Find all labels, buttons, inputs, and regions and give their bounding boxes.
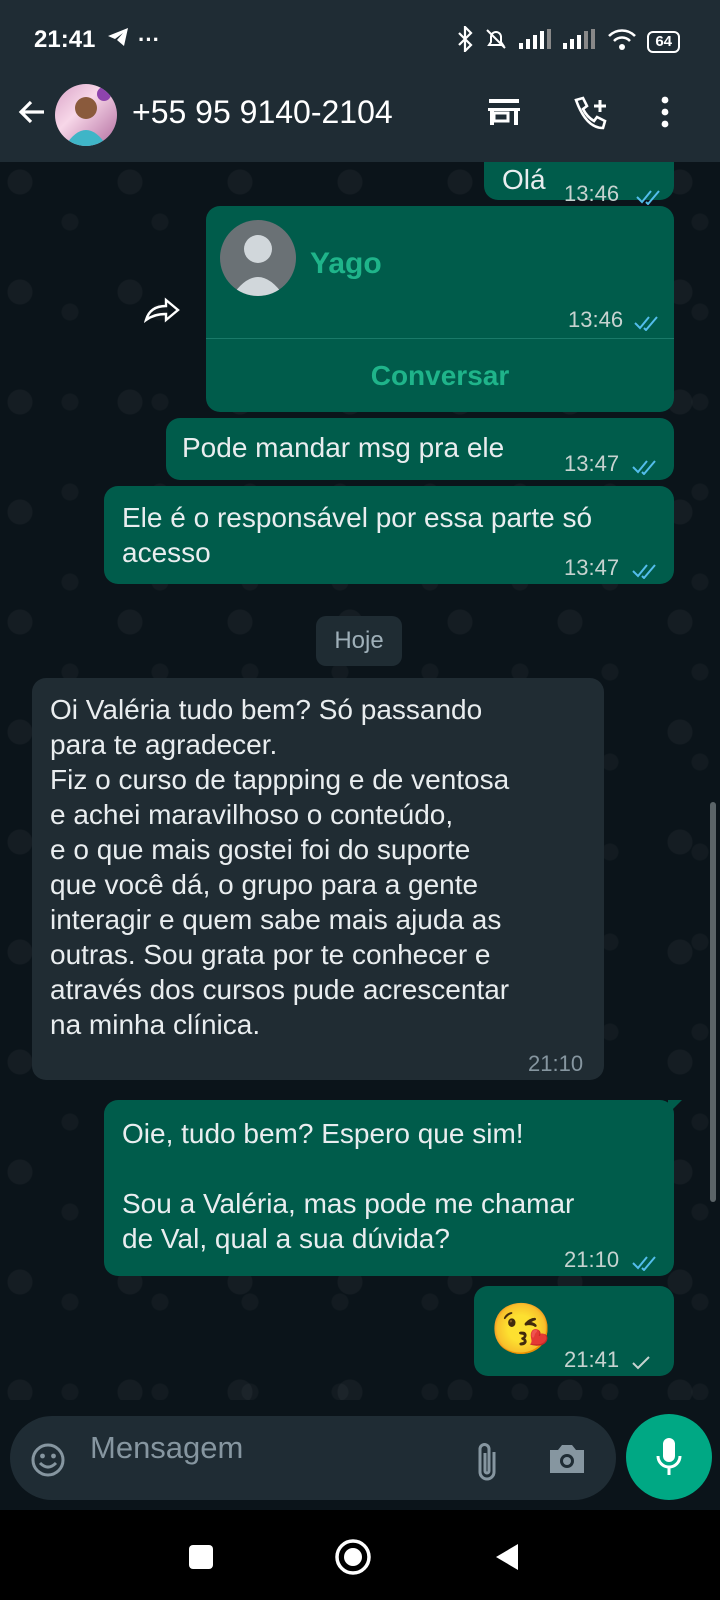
message-line: que você dá, o grupo para a gente [50, 869, 479, 900]
message-line: e achei maravilhoso o conteúdo, [50, 799, 454, 830]
message-text: Oie, tudo bem? Espero que sim! [122, 1118, 524, 1149]
sent-tick-icon [632, 1344, 652, 1379]
message-outgoing[interactable]: Oie, tudo bem? Espero que sim! Sou a Val… [104, 1100, 674, 1276]
wifi-icon [607, 28, 637, 55]
emoji-icon[interactable] [30, 1442, 66, 1483]
message-line: Fiz o curso de tappping e de ventosa [50, 764, 510, 795]
read-ticks-icon [634, 304, 660, 339]
read-ticks-icon [632, 1244, 658, 1279]
signal-icon [519, 29, 553, 54]
message-text: Oi Valéria tudo bem? Só passando para te … [50, 692, 509, 1042]
contact-name[interactable]: +55 95 9140-2104 [132, 94, 393, 131]
contact-avatar [220, 220, 296, 296]
recents-icon[interactable] [188, 1544, 214, 1575]
message-outgoing[interactable]: Pode mandar msg pra ele 13:47 [166, 418, 674, 480]
message-line: outras. Sou grata por te conhecer e [50, 939, 491, 970]
message-text: Pode mandar msg pra ele [182, 432, 505, 463]
bubble-tail [668, 1100, 682, 1114]
contact-card-name: Yago [310, 247, 382, 280]
message-text: acesso [122, 537, 211, 568]
message-line: para te agradecer. [50, 729, 278, 760]
message-time: 21:41 [564, 1347, 620, 1372]
message-time: 13:46 [568, 307, 624, 332]
chat-area[interactable]: Olá 13:46 Yago 13:46 Conversar Pode mand… [0, 162, 720, 1400]
signal-icon [563, 29, 597, 54]
read-ticks-icon [632, 552, 658, 587]
message-time: 13:47 [564, 451, 620, 476]
mic-icon [655, 1436, 683, 1483]
mic-button[interactable] [626, 1414, 712, 1500]
message-line: Oi Valéria tudo bem? Só passando [50, 694, 483, 725]
message-incoming[interactable]: Oi Valéria tudo bem? Só passando para te … [32, 678, 604, 1080]
message-text: de Val, qual a sua dúvida? [122, 1223, 450, 1254]
contact-card-message[interactable]: Yago 13:46 Conversar [206, 206, 674, 412]
navigation-bar [0, 1510, 720, 1600]
message-text: Olá [502, 164, 546, 195]
message-outgoing[interactable]: Ele é o responsável por essa parte só ac… [104, 486, 674, 584]
message-line: na minha clínica. [50, 1009, 261, 1040]
avatar[interactable] [55, 84, 117, 146]
message-text: Sou a Valéria, mas pode me chamar [122, 1188, 575, 1219]
message-line: interagir e quem sabe mais ajuda as [50, 904, 502, 935]
camera-icon[interactable] [548, 1442, 586, 1481]
message-placeholder[interactable]: Mensagem [90, 1430, 243, 1466]
back-icon[interactable] [494, 1542, 520, 1577]
forward-icon[interactable] [143, 296, 180, 329]
status-bar: 21:41 ··· 64 [0, 0, 720, 80]
store-icon[interactable] [486, 96, 522, 133]
add-call-icon[interactable] [572, 96, 608, 135]
message-time: 13:47 [564, 555, 620, 580]
attach-icon[interactable] [474, 1440, 500, 1487]
more-dots-icon: ··· [138, 26, 160, 52]
muted-bell-icon [483, 26, 509, 57]
message-line: e o que mais gostei foi do suporte [50, 834, 471, 865]
message-line: através dos cursos pude acrescentar [50, 974, 510, 1005]
status-time: 21:41 [34, 26, 96, 53]
conversar-button[interactable]: Conversar [206, 339, 674, 412]
message-time: 21:10 [528, 1051, 584, 1076]
date-chip: Hoje [316, 616, 402, 666]
home-icon[interactable] [334, 1538, 372, 1581]
bluetooth-icon [457, 24, 473, 57]
message-outgoing[interactable]: Olá 13:46 [484, 162, 674, 206]
telegram-icon [106, 26, 130, 53]
message-time: 21:10 [564, 1247, 620, 1272]
message-text: Ele é o responsável por essa parte só [122, 502, 593, 533]
message-outgoing[interactable]: 😘 21:41 [474, 1286, 674, 1376]
back-arrow-icon[interactable] [16, 96, 48, 133]
read-ticks-icon [632, 448, 658, 483]
more-vert-icon[interactable] [660, 96, 670, 133]
scrollbar[interactable] [710, 802, 716, 1202]
battery-icon: 64 [647, 30, 680, 53]
emoji-kiss: 😘 [490, 1301, 553, 1357]
